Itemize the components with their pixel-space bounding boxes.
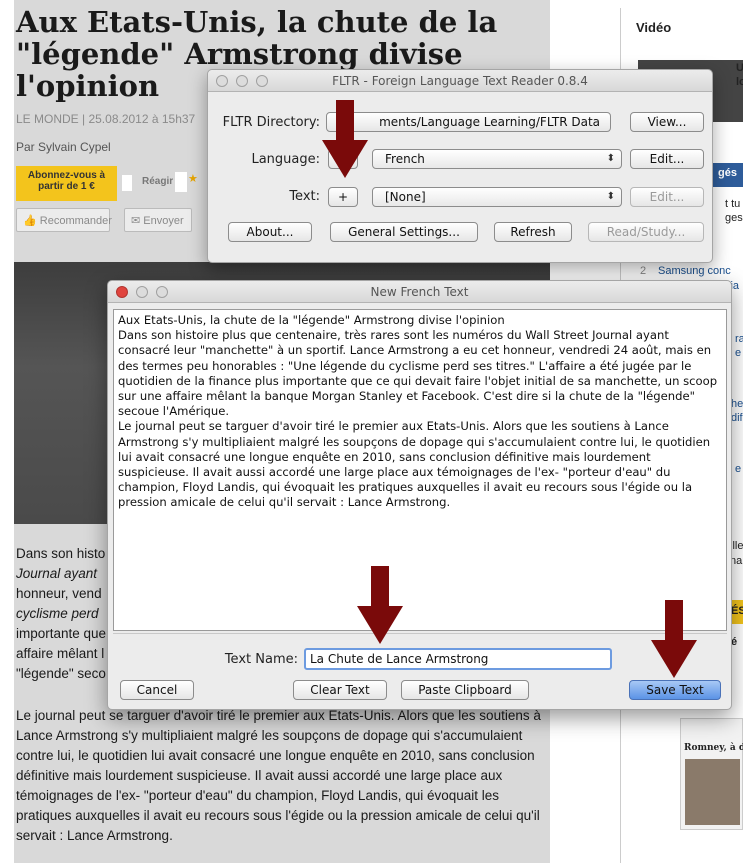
cancel-button[interactable]: Cancel xyxy=(120,680,194,700)
text-content-area[interactable]: Aux Etats-Unis, la chute de la "légende"… xyxy=(113,309,727,631)
sidebar-snippet: ges xyxy=(725,212,743,224)
select-caret-icon: ⬍ xyxy=(606,191,615,202)
directory-label: FLTR Directory: xyxy=(222,115,320,130)
about-button[interactable]: About... xyxy=(228,222,312,242)
edit-language-button[interactable]: Edit... xyxy=(630,149,704,169)
sidebar-link[interactable]: e xyxy=(735,463,741,475)
down-arrow-icon xyxy=(322,100,368,178)
subscribe-button[interactable]: Abonnez-vous à partir de 1 € xyxy=(16,166,117,201)
sidebar-link[interactable]: e xyxy=(735,347,741,359)
star-icon: ★ xyxy=(188,173,198,185)
newspaper-thumbnail[interactable]: Romney, à dr xyxy=(680,718,743,830)
sidebar-link[interactable]: he xyxy=(731,398,743,410)
close-button[interactable] xyxy=(116,286,128,298)
sidebar-link[interactable]: rad xyxy=(735,333,743,345)
text-name-input[interactable]: La Chute de Lance Armstrong xyxy=(304,648,612,670)
divider xyxy=(113,633,727,634)
text-name-label: Text Name: xyxy=(224,652,298,667)
down-arrow-icon xyxy=(651,600,697,678)
close-button[interactable] xyxy=(216,75,228,87)
language-select[interactable]: French ⬍ xyxy=(372,149,622,169)
add-text-button[interactable]: + xyxy=(328,187,358,207)
down-arrow-icon xyxy=(357,566,403,644)
read-study-button[interactable]: Read/Study... xyxy=(588,222,704,242)
sidebar-snippet: gés xyxy=(718,167,737,179)
newspaper-headline: Romney, à dr xyxy=(684,743,743,753)
send-button[interactable]: ✉ Envoyer xyxy=(124,208,192,232)
view-button[interactable]: View... xyxy=(630,112,704,132)
sidebar-snippet: lo xyxy=(736,76,743,88)
directory-button[interactable]: ments/Language Learning/FLTR Data xyxy=(326,112,611,132)
text-label: Text: xyxy=(289,189,320,204)
save-text-button[interactable]: Save Text xyxy=(629,680,721,700)
clear-text-button[interactable]: Clear Text xyxy=(293,680,387,700)
zoom-button[interactable] xyxy=(156,286,168,298)
send-label: Envoyer xyxy=(143,215,184,227)
newspaper-photo xyxy=(685,759,740,825)
new-text-titlebar: New French Text xyxy=(108,281,731,303)
recommend-label: Recommander xyxy=(39,215,112,227)
react-label: Réagir xyxy=(142,176,174,187)
refresh-button[interactable]: Refresh xyxy=(494,222,572,242)
sidebar-video-title: Vidéo xyxy=(636,20,672,35)
language-value: French xyxy=(385,152,425,166)
minimize-button[interactable] xyxy=(236,75,248,87)
sidebar-snippet: ÉS xyxy=(731,605,743,617)
language-label: Language: xyxy=(251,152,320,167)
paste-clipboard-button[interactable]: Paste Clipboard xyxy=(401,680,529,700)
thumbs-up-icon: 👍 xyxy=(23,215,37,227)
article-dateline: LE MONDE | 25.08.2012 à 15h37 xyxy=(16,112,196,126)
text-select[interactable]: [None] ⬍ xyxy=(372,187,622,207)
general-settings-button[interactable]: General Settings... xyxy=(330,222,478,242)
white-block xyxy=(175,172,187,192)
new-text-window-title: New French Text xyxy=(370,285,469,299)
edit-text-button[interactable]: Edit... xyxy=(630,187,704,207)
article-byline: Par Sylvain Cypel xyxy=(16,140,111,154)
zoom-button[interactable] xyxy=(256,75,268,87)
sidebar-snippet: 2 xyxy=(640,265,647,277)
fltr-titlebar: FLTR - Foreign Language Text Reader 0.8.… xyxy=(208,70,712,92)
select-caret-icon: ⬍ xyxy=(606,153,615,164)
react-icon xyxy=(122,175,132,191)
sidebar-link[interactable]: Samsung conc xyxy=(658,265,731,277)
minimize-button[interactable] xyxy=(136,286,148,298)
fltr-main-window: FLTR - Foreign Language Text Reader 0.8.… xyxy=(207,69,713,263)
sidebar-link[interactable]: dif xyxy=(731,412,743,424)
article-para-2: Le journal peut se targuer d'avoir tiré … xyxy=(16,708,541,843)
text-value: [None] xyxy=(385,190,426,204)
sidebar-snippet: t tu xyxy=(725,198,741,210)
mail-icon: ✉ xyxy=(131,215,141,227)
recommend-button[interactable]: 👍 Recommander xyxy=(16,208,112,232)
fltr-window-title: FLTR - Foreign Language Text Reader 0.8.… xyxy=(332,74,588,88)
react-button[interactable]: Réagir xyxy=(122,172,174,192)
new-text-window: New French Text Aux Etats-Unis, la chute… xyxy=(107,280,732,710)
sidebar-snippet: U xyxy=(736,62,743,74)
